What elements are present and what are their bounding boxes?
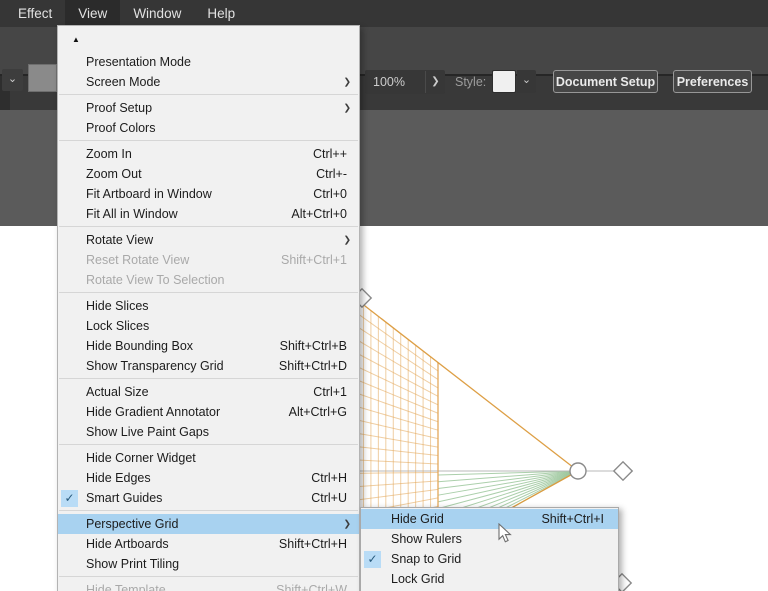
menu-item-label: Lock Grid <box>391 572 445 586</box>
menu-item-label: Fit All in Window <box>86 207 178 221</box>
menu-item-hide-corner-widget[interactable]: Hide Corner Widget <box>58 448 359 468</box>
menu-scroll-up[interactable]: ▲ <box>58 26 359 52</box>
menu-item-label: Zoom Out <box>86 167 142 181</box>
menu-item-proof-setup[interactable]: Proof Setup ❯ <box>58 98 359 118</box>
menu-item-label: Reset Rotate View <box>86 253 190 267</box>
checkmark-icon: ✓ <box>364 550 381 568</box>
menu-item-shortcut: Ctrl+1 <box>313 385 347 399</box>
menu-item-label: Proof Setup <box>86 101 153 115</box>
menu-item-hide-grid[interactable]: Hide Grid Shift+Ctrl+I <box>361 509 618 529</box>
menu-item-show-transparency-grid[interactable]: Show Transparency Grid Shift+Ctrl+D <box>58 356 359 376</box>
menubar-item-window[interactable]: Window <box>120 0 194 27</box>
menubar-item-effect[interactable]: Effect <box>5 0 65 27</box>
menu-item-proof-colors[interactable]: Proof Colors <box>58 118 359 138</box>
menu-item-label: Show Print Tiling <box>86 557 180 571</box>
menu-separator <box>59 226 358 227</box>
menu-item-shortcut: Ctrl+0 <box>313 187 347 201</box>
menu-item-label: Actual Size <box>86 385 149 399</box>
menu-item-shortcut: Ctrl++ <box>312 147 347 161</box>
menu-item-label: Perspective Grid <box>86 517 179 531</box>
menu-item-label: Hide Template <box>86 583 166 591</box>
perspective-grid-submenu-panel: Hide Grid Shift+Ctrl+I Show Rulers ✓ Snap to… <box>360 507 619 591</box>
menu-item-label: Hide Bounding Box <box>86 339 194 353</box>
menu-item-show-live-paint-gaps[interactable]: Show Live Paint Gaps <box>58 422 359 442</box>
checkmark-icon: ✓ <box>61 489 78 507</box>
menu-item-lock-grid[interactable]: Lock Grid <box>361 569 618 589</box>
menu-item-hide-template[interactable]: Hide Template Shift+Ctrl+W <box>58 580 359 591</box>
menu-item-label: Lock Slices <box>86 319 150 333</box>
mouse-cursor-icon <box>498 523 512 543</box>
view-menu-panel: ▲ Presentation Mode Screen Mode ❯ Proof Set… <box>57 25 360 591</box>
scroll-up-arrow-icon: ▲ <box>72 34 80 44</box>
submenu-arrow-icon: ❯ <box>343 102 351 113</box>
menu-item-shortcut: Shift+Ctrl+I <box>541 512 604 526</box>
menu-item-label: Hide Gradient Annotator <box>86 405 221 419</box>
menu-bar: Effect View Window Help <box>0 0 768 27</box>
menu-item-label: Hide Slices <box>86 299 149 313</box>
menu-item-actual-size[interactable]: Actual Size Ctrl+1 <box>58 382 359 402</box>
menu-item-hide-slices[interactable]: Hide Slices <box>58 296 359 316</box>
submenu-arrow-icon: ❯ <box>343 76 351 87</box>
menubar-item-help[interactable]: Help <box>194 0 248 27</box>
menu-item-shortcut: Shift+Ctrl+D <box>278 359 347 373</box>
menu-separator <box>59 510 358 511</box>
menu-item-fit-artboard-in-window[interactable]: Fit Artboard in Window Ctrl+0 <box>58 184 359 204</box>
menu-item-hide-gradient-annotator[interactable]: Hide Gradient Annotator Alt+Ctrl+G <box>58 402 359 422</box>
menu-item-rotate-view-to-selection[interactable]: Rotate View To Selection <box>58 270 359 290</box>
menu-item-label: Show Transparency Grid <box>86 359 224 373</box>
menu-item-label: Hide Artboards <box>86 537 169 551</box>
menu-item-zoom-in[interactable]: Zoom In Ctrl++ <box>58 144 359 164</box>
menu-item-shortcut: Alt+Ctrl+G <box>288 405 347 419</box>
menu-separator <box>59 292 358 293</box>
menu-item-snap-to-grid[interactable]: ✓ Snap to Grid <box>361 549 618 569</box>
menu-item-shortcut: Shift+Ctrl+1 <box>280 253 347 267</box>
menu-item-show-print-tiling[interactable]: Show Print Tiling <box>58 554 359 574</box>
menu-item-label: Show Rulers <box>391 532 462 546</box>
menu-item-shortcut: Ctrl+- <box>316 167 347 181</box>
menu-item-show-rulers[interactable]: Show Rulers <box>361 529 618 549</box>
menu-item-label: Smart Guides <box>86 491 163 505</box>
menu-item-label: Screen Mode <box>86 75 161 89</box>
menu-item-shortcut: Alt+Ctrl+0 <box>291 207 347 221</box>
menu-item-shortcut: Ctrl+H <box>311 471 347 485</box>
menu-item-label: Zoom In <box>86 147 132 161</box>
menu-item-reset-rotate-view[interactable]: Reset Rotate View Shift+Ctrl+1 <box>58 250 359 270</box>
menu-item-shortcut: Ctrl+U <box>311 491 347 505</box>
menu-item-label: Fit Artboard in Window <box>86 187 212 201</box>
menu-item-shortcut: Shift+Ctrl+H <box>278 537 347 551</box>
menu-separator <box>59 140 358 141</box>
submenu-arrow-icon: ❯ <box>343 518 351 529</box>
menu-separator <box>59 576 358 577</box>
menu-item-zoom-out[interactable]: Zoom Out Ctrl+- <box>58 164 359 184</box>
menu-item-label: Show Live Paint Gaps <box>86 425 209 439</box>
menu-item-lock-slices[interactable]: Lock Slices <box>58 316 359 336</box>
menu-item-hide-edges[interactable]: Hide Edges Ctrl+H <box>58 468 359 488</box>
menu-item-label: Snap to Grid <box>391 552 462 566</box>
menu-item-label: Proof Colors <box>86 121 156 135</box>
menu-item-hide-artboards[interactable]: Hide Artboards Shift+Ctrl+H <box>58 534 359 554</box>
menu-separator <box>59 94 358 95</box>
menu-item-perspective-grid[interactable]: Perspective Grid ❯ <box>58 514 359 534</box>
menu-item-smart-guides[interactable]: ✓ Smart Guides Ctrl+U <box>58 488 359 508</box>
menu-item-label: Rotate View To Selection <box>86 273 225 287</box>
menu-item-screen-mode[interactable]: Screen Mode ❯ <box>58 72 359 92</box>
menu-item-shortcut: Shift+Ctrl+W <box>276 583 347 591</box>
menu-separator <box>59 444 358 445</box>
menu-item-shortcut: Shift+Ctrl+B <box>279 339 347 353</box>
submenu-arrow-icon: ❯ <box>343 234 351 245</box>
view-menu-items: Presentation Mode Screen Mode ❯ Proof Setup… <box>58 52 359 591</box>
menu-item-fit-all-in-window[interactable]: Fit All in Window Alt+Ctrl+0 <box>58 204 359 224</box>
menu-item-presentation-mode[interactable]: Presentation Mode <box>58 52 359 72</box>
menu-item-label: Hide Corner Widget <box>86 451 196 465</box>
menu-item-rotate-view[interactable]: Rotate View ❯ <box>58 230 359 250</box>
menu-item-label: Hide Grid <box>391 512 444 526</box>
menu-separator <box>59 378 358 379</box>
menu-item-label: Hide Edges <box>86 471 151 485</box>
menu-item-hide-bounding-box[interactable]: Hide Bounding Box Shift+Ctrl+B <box>58 336 359 356</box>
menubar-item-view[interactable]: View <box>65 0 121 27</box>
menu-item-label: Rotate View <box>86 233 154 247</box>
menu-item-label: Presentation Mode <box>86 55 191 69</box>
